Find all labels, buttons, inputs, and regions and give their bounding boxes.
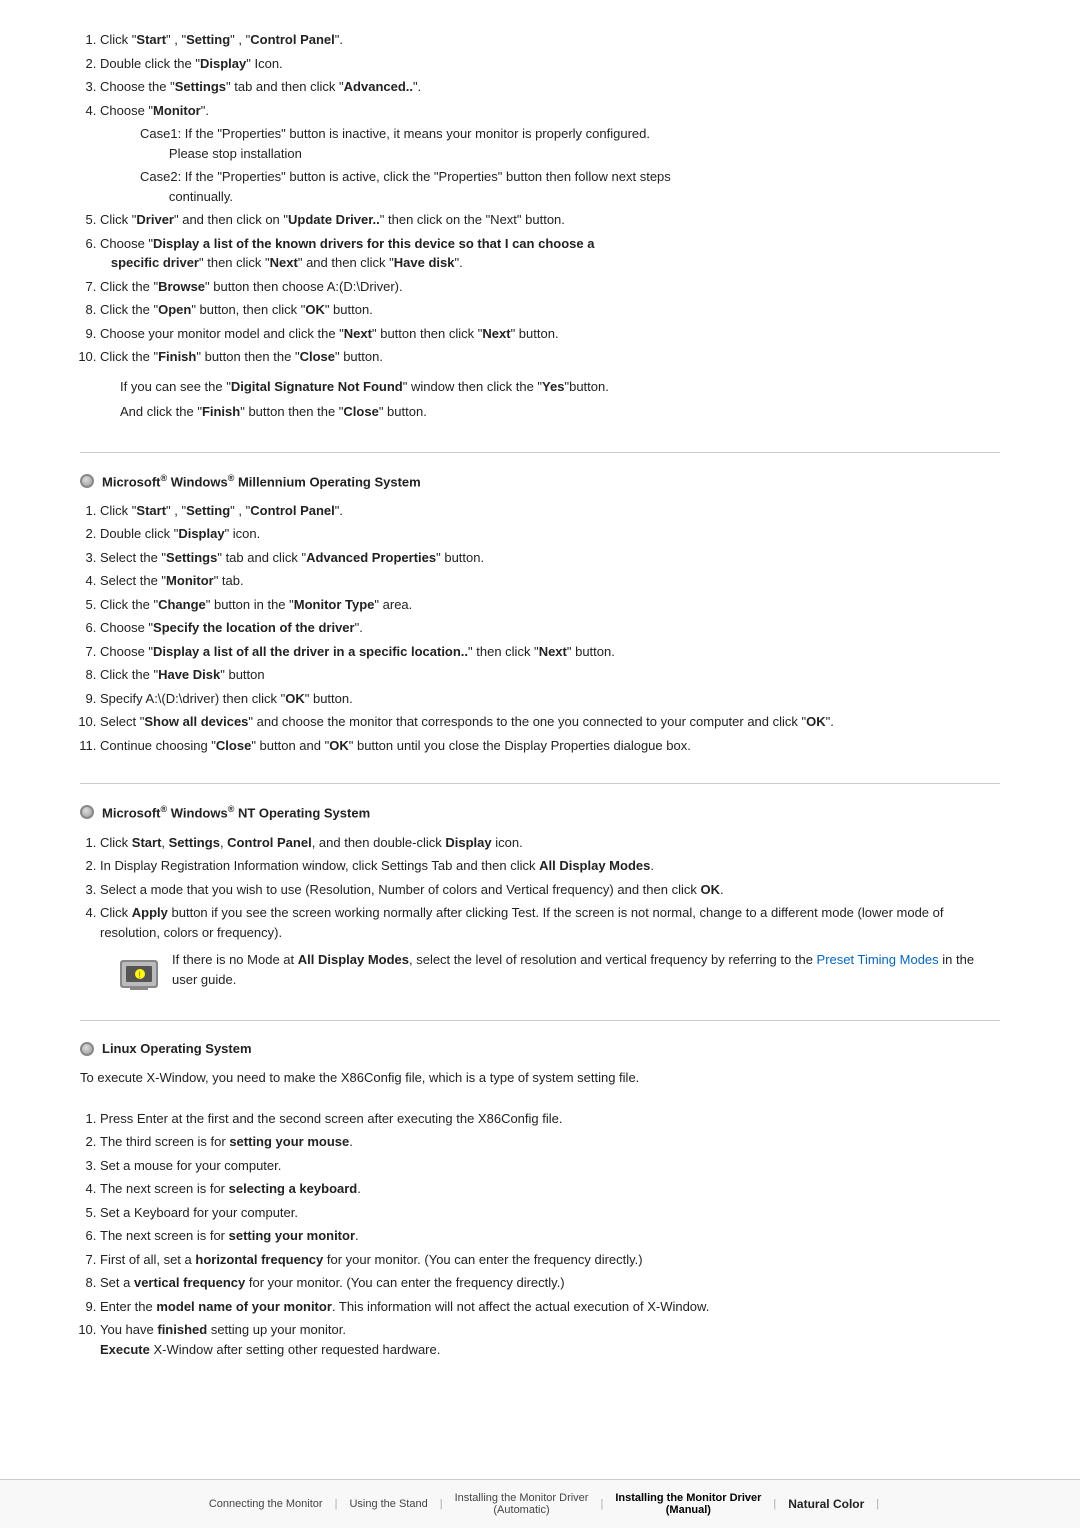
list-item: Set a mouse for your computer. <box>100 1156 1000 1176</box>
list-item: Press Enter at the first and the second … <box>100 1109 1000 1129</box>
list-item: Continue choosing "Close" button and "OK… <box>100 736 1000 756</box>
list-item: In Display Registration Information wind… <box>100 856 1000 876</box>
linux-section: Linux Operating System To execute X-Wind… <box>80 1041 1000 1387</box>
footer-installing-auto[interactable]: Installing the Monitor Driver(Automatic) <box>445 1488 599 1520</box>
preset-timing-link[interactable]: Preset Timing Modes <box>817 952 939 967</box>
list-item: You have finished setting up your monito… <box>100 1320 1000 1359</box>
warning-text: If there is no Mode at All Display Modes… <box>172 950 980 989</box>
list-item: Enter the model name of your monitor. Th… <box>100 1297 1000 1317</box>
footer-sep-5: | <box>874 1498 881 1510</box>
list-item: The next screen is for setting your moni… <box>100 1226 1000 1246</box>
footer-stand[interactable]: Using the Stand <box>339 1494 437 1514</box>
list-item: Choose "Specify the location of the driv… <box>100 618 1000 638</box>
list-item: Choose "Monitor". Case1: If the "Propert… <box>100 101 1000 207</box>
list-item: Select the "Monitor" tab. <box>100 571 1000 591</box>
footer-installing-manual[interactable]: Installing the Monitor Driver(Manual) <box>605 1488 771 1520</box>
section-bullet <box>80 1042 94 1056</box>
list-item: Click Apply button if you see the screen… <box>100 903 1000 992</box>
millennium-header: Microsoft® Windows® Millennium Operating… <box>80 473 1000 489</box>
list-item: Click Start, Settings, Control Panel, an… <box>100 833 1000 853</box>
list-item: Double click "Display" icon. <box>100 524 1000 544</box>
footer-natural-color[interactable]: Natural Color <box>778 1493 874 1515</box>
linux-intro: To execute X-Window, you need to make th… <box>80 1068 1000 1088</box>
nt-section: Microsoft® Windows® NT Operating System … <box>80 804 1000 1021</box>
warning-box: ! If there is no Mode at All Display Mod… <box>120 950 980 992</box>
win98-section: Click "Start" , "Setting" , "Control Pan… <box>80 30 1000 453</box>
list-item: Choose "Display a list of all the driver… <box>100 642 1000 662</box>
digital-signature-note: If you can see the "Digital Signature No… <box>120 377 960 422</box>
list-item: Select the "Settings" tab and click "Adv… <box>100 548 1000 568</box>
win98-list: Click "Start" , "Setting" , "Control Pan… <box>100 30 1000 367</box>
linux-title: Linux Operating System <box>102 1041 252 1056</box>
list-item: Set a vertical frequency for your monito… <box>100 1273 1000 1293</box>
list-item: The third screen is for setting your mou… <box>100 1132 1000 1152</box>
section-bullet <box>80 805 94 819</box>
list-item: Set a Keyboard for your computer. <box>100 1203 1000 1223</box>
footer-connecting[interactable]: Connecting the Monitor <box>199 1494 333 1514</box>
nt-title: Microsoft® Windows® NT Operating System <box>102 804 370 820</box>
list-item: Click "Driver" and then click on "Update… <box>100 210 1000 230</box>
list-item: Click "Start" , "Setting" , "Control Pan… <box>100 501 1000 521</box>
list-item: Specify A:\(D:\driver) then click "OK" b… <box>100 689 1000 709</box>
main-content: Click "Start" , "Setting" , "Control Pan… <box>0 0 1080 1507</box>
case1-note: Case1: If the "Properties" button is ina… <box>140 124 1000 163</box>
case2-note: Case2: If the "Properties" button is act… <box>140 167 1000 206</box>
linux-list: Press Enter at the first and the second … <box>100 1109 1000 1360</box>
millennium-section: Microsoft® Windows® Millennium Operating… <box>80 473 1000 785</box>
footer-sep-4: | <box>771 1498 778 1510</box>
list-item: Choose "Display a list of the known driv… <box>100 234 1000 273</box>
list-item: Click the "Have Disk" button <box>100 665 1000 685</box>
list-item: Click the "Change" button in the "Monito… <box>100 595 1000 615</box>
list-item: Click the "Finish" button then the "Clos… <box>100 347 1000 367</box>
section-bullet <box>80 474 94 488</box>
footer-sep-2: | <box>438 1498 445 1510</box>
footer: Connecting the Monitor | Using the Stand… <box>0 1479 1080 1528</box>
list-item: Click the "Open" button, then click "OK"… <box>100 300 1000 320</box>
list-item: Choose the "Settings" tab and then click… <box>100 77 1000 97</box>
millennium-title: Microsoft® Windows® Millennium Operating… <box>102 473 421 489</box>
list-item: Click the "Browse" button then choose A:… <box>100 277 1000 297</box>
list-item: Click "Start" , "Setting" , "Control Pan… <box>100 30 1000 50</box>
list-item: Choose your monitor model and click the … <box>100 324 1000 344</box>
list-item: The next screen is for selecting a keybo… <box>100 1179 1000 1199</box>
millennium-list: Click "Start" , "Setting" , "Control Pan… <box>100 501 1000 756</box>
nt-header: Microsoft® Windows® NT Operating System <box>80 804 1000 820</box>
linux-header: Linux Operating System <box>80 1041 1000 1056</box>
warning-icon: ! <box>120 952 160 992</box>
list-item: First of all, set a horizontal frequency… <box>100 1250 1000 1270</box>
list-item: Double click the "Display" Icon. <box>100 54 1000 74</box>
list-item: Select a mode that you wish to use (Reso… <box>100 880 1000 900</box>
svg-text:!: ! <box>138 970 141 980</box>
nt-list: Click Start, Settings, Control Panel, an… <box>100 833 1000 993</box>
footer-sep-1: | <box>333 1498 340 1510</box>
footer-sep-3: | <box>598 1498 605 1510</box>
list-item: Select "Show all devices" and choose the… <box>100 712 1000 732</box>
